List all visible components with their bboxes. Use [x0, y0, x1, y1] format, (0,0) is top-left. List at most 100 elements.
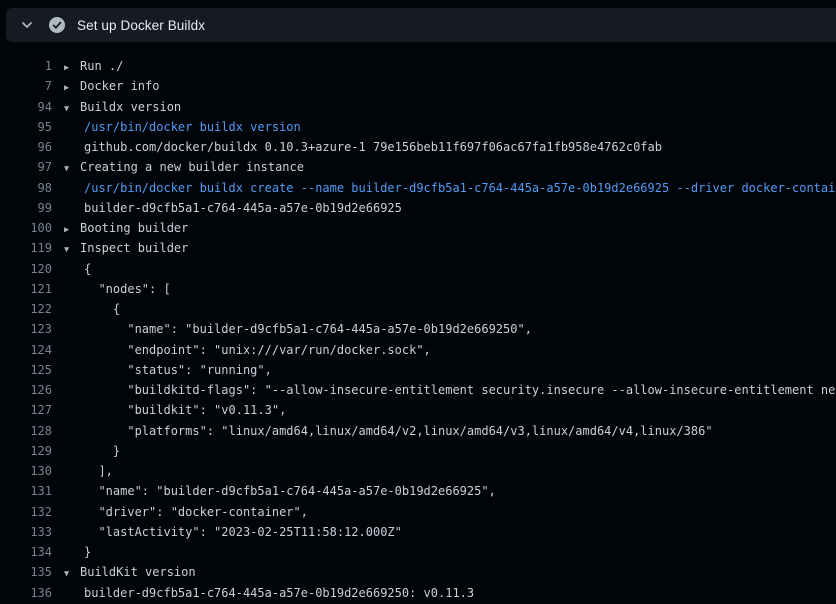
log: 1 ▶Run ./ 7 ▶Docker info 94 ▼Buildx vers…: [0, 56, 836, 603]
check-circle-icon: [49, 17, 65, 33]
line-number[interactable]: 96: [0, 137, 52, 157]
log-row: 131 "name": "builder-d9cfb5a1-c764-445a-…: [0, 481, 836, 501]
line-number[interactable]: 131: [0, 481, 52, 501]
line-number[interactable]: 119: [0, 238, 52, 258]
line-number[interactable]: 120: [0, 259, 52, 279]
line-number[interactable]: 100: [0, 218, 52, 238]
line-number[interactable]: 129: [0, 441, 52, 461]
line-number[interactable]: 121: [0, 279, 52, 299]
log-line-body: ▼Inspect builder: [52, 238, 836, 258]
log-line-text: {: [84, 302, 120, 316]
log-group-row[interactable]: 1 ▶Run ./: [0, 56, 836, 76]
log-line-body: {: [52, 259, 836, 279]
line-number[interactable]: 98: [0, 178, 52, 198]
line-number[interactable]: 135: [0, 562, 52, 582]
log-line-body: ▶Run ./: [52, 56, 836, 76]
log-line-body: "status": "running",: [52, 360, 836, 380]
log-line-body: "driver": "docker-container",: [52, 502, 836, 522]
log-row: 127 "buildkit": "v0.11.3",: [0, 400, 836, 420]
log-row: 133 "lastActivity": "2023-02-25T11:58:12…: [0, 522, 836, 542]
line-number[interactable]: 127: [0, 400, 52, 420]
log-line-body: }: [52, 542, 836, 562]
log-line-text: "status": "running",: [84, 363, 272, 377]
log-line-text: "name": "builder-d9cfb5a1-c764-445a-a57e…: [84, 322, 532, 336]
log-line-text: {: [84, 262, 91, 276]
log-group-row[interactable]: 94 ▼Buildx version: [0, 97, 836, 117]
log-line-body: github.com/docker/buildx 0.10.3+azure-1 …: [52, 137, 836, 157]
log-row: 128 "platforms": "linux/amd64,linux/amd6…: [0, 421, 836, 441]
log-row: 132 "driver": "docker-container",: [0, 502, 836, 522]
log-row: 123 "name": "builder-d9cfb5a1-c764-445a-…: [0, 319, 836, 339]
log-line-body: builder-d9cfb5a1-c764-445a-a57e-0b19d2e6…: [52, 198, 836, 218]
log-line-text: /usr/bin/docker buildx create --name bui…: [84, 181, 836, 195]
log-line-body: "name": "builder-d9cfb5a1-c764-445a-a57e…: [52, 319, 836, 339]
log-line-body: /usr/bin/docker buildx create --name bui…: [52, 178, 836, 198]
log-row: 134 }: [0, 542, 836, 562]
triangle-right-icon[interactable]: ▶: [64, 78, 80, 96]
line-number[interactable]: 125: [0, 360, 52, 380]
log-row: 136 builder-d9cfb5a1-c764-445a-a57e-0b19…: [0, 583, 836, 603]
log-line-text: "buildkitd-flags": "--allow-insecure-ent…: [84, 383, 836, 397]
triangle-down-icon[interactable]: ▼: [64, 564, 80, 582]
log-line-text: "platforms": "linux/amd64,linux/amd64/v2…: [84, 424, 713, 438]
triangle-down-icon[interactable]: ▼: [64, 240, 80, 258]
log-row: 99 builder-d9cfb5a1-c764-445a-a57e-0b19d…: [0, 198, 836, 218]
log-line-text: "lastActivity": "2023-02-25T11:58:12.000…: [84, 525, 402, 539]
log-row: 121 "nodes": [: [0, 279, 836, 299]
triangle-right-icon[interactable]: ▶: [64, 220, 80, 238]
triangle-down-icon[interactable]: ▼: [64, 159, 80, 177]
step-title: Set up Docker Buildx: [77, 18, 205, 33]
log-line-text: Booting builder: [80, 221, 188, 235]
log-line-text: /usr/bin/docker buildx version: [84, 120, 301, 134]
log-row: 95 /usr/bin/docker buildx version: [0, 117, 836, 137]
line-number[interactable]: 136: [0, 583, 52, 603]
line-number[interactable]: 99: [0, 198, 52, 218]
line-number[interactable]: 1: [0, 56, 52, 76]
log-line-text: "endpoint": "unix:///var/run/docker.sock…: [84, 343, 431, 357]
log-group-row[interactable]: 119 ▼Inspect builder: [0, 238, 836, 258]
triangle-down-icon[interactable]: ▼: [64, 99, 80, 117]
log-line-text: }: [84, 444, 120, 458]
log-row: 120 {: [0, 259, 836, 279]
log-row: 129 }: [0, 441, 836, 461]
log-line-body: ],: [52, 461, 836, 481]
line-number[interactable]: 94: [0, 97, 52, 117]
line-number[interactable]: 128: [0, 421, 52, 441]
log-group-row[interactable]: 97 ▼Creating a new builder instance: [0, 157, 836, 177]
log-row: 98 /usr/bin/docker buildx create --name …: [0, 178, 836, 198]
log-line-text: "buildkit": "v0.11.3",: [84, 403, 286, 417]
log-line-body: "endpoint": "unix:///var/run/docker.sock…: [52, 340, 836, 360]
line-number[interactable]: 7: [0, 76, 52, 96]
log-line-body: "buildkitd-flags": "--allow-insecure-ent…: [52, 380, 836, 400]
line-number[interactable]: 97: [0, 157, 52, 177]
log-line-text: "driver": "docker-container",: [84, 505, 308, 519]
log-line-text: Creating a new builder instance: [80, 160, 304, 174]
line-number[interactable]: 133: [0, 522, 52, 542]
log-line-body: "lastActivity": "2023-02-25T11:58:12.000…: [52, 522, 836, 542]
line-number[interactable]: 123: [0, 319, 52, 339]
line-number[interactable]: 126: [0, 380, 52, 400]
log-line-text: }: [84, 545, 91, 559]
line-number[interactable]: 132: [0, 502, 52, 522]
line-number[interactable]: 134: [0, 542, 52, 562]
log-group-row[interactable]: 100 ▶Booting builder: [0, 218, 836, 238]
log-line-text: github.com/docker/buildx 0.10.3+azure-1 …: [84, 140, 662, 154]
chevron-down-icon[interactable]: [20, 18, 34, 32]
log-line-text: Run ./: [80, 59, 123, 73]
log-line-text: ],: [84, 464, 113, 478]
log-line-text: Docker info: [80, 79, 159, 93]
log-line-body: ▶Docker info: [52, 76, 836, 96]
log-row: 122 {: [0, 299, 836, 319]
step-header[interactable]: Set up Docker Buildx: [6, 8, 836, 42]
log-line-body: "buildkit": "v0.11.3",: [52, 400, 836, 420]
line-number[interactable]: 95: [0, 117, 52, 137]
log-line-text: BuildKit version: [80, 565, 196, 579]
line-number[interactable]: 130: [0, 461, 52, 481]
log-group-row[interactable]: 135 ▼BuildKit version: [0, 562, 836, 582]
line-number[interactable]: 124: [0, 340, 52, 360]
triangle-right-icon[interactable]: ▶: [64, 58, 80, 76]
line-number[interactable]: 122: [0, 299, 52, 319]
log-group-row[interactable]: 7 ▶Docker info: [0, 76, 836, 96]
log-row: 96 github.com/docker/buildx 0.10.3+azure…: [0, 137, 836, 157]
log-line-text: Buildx version: [80, 100, 181, 114]
